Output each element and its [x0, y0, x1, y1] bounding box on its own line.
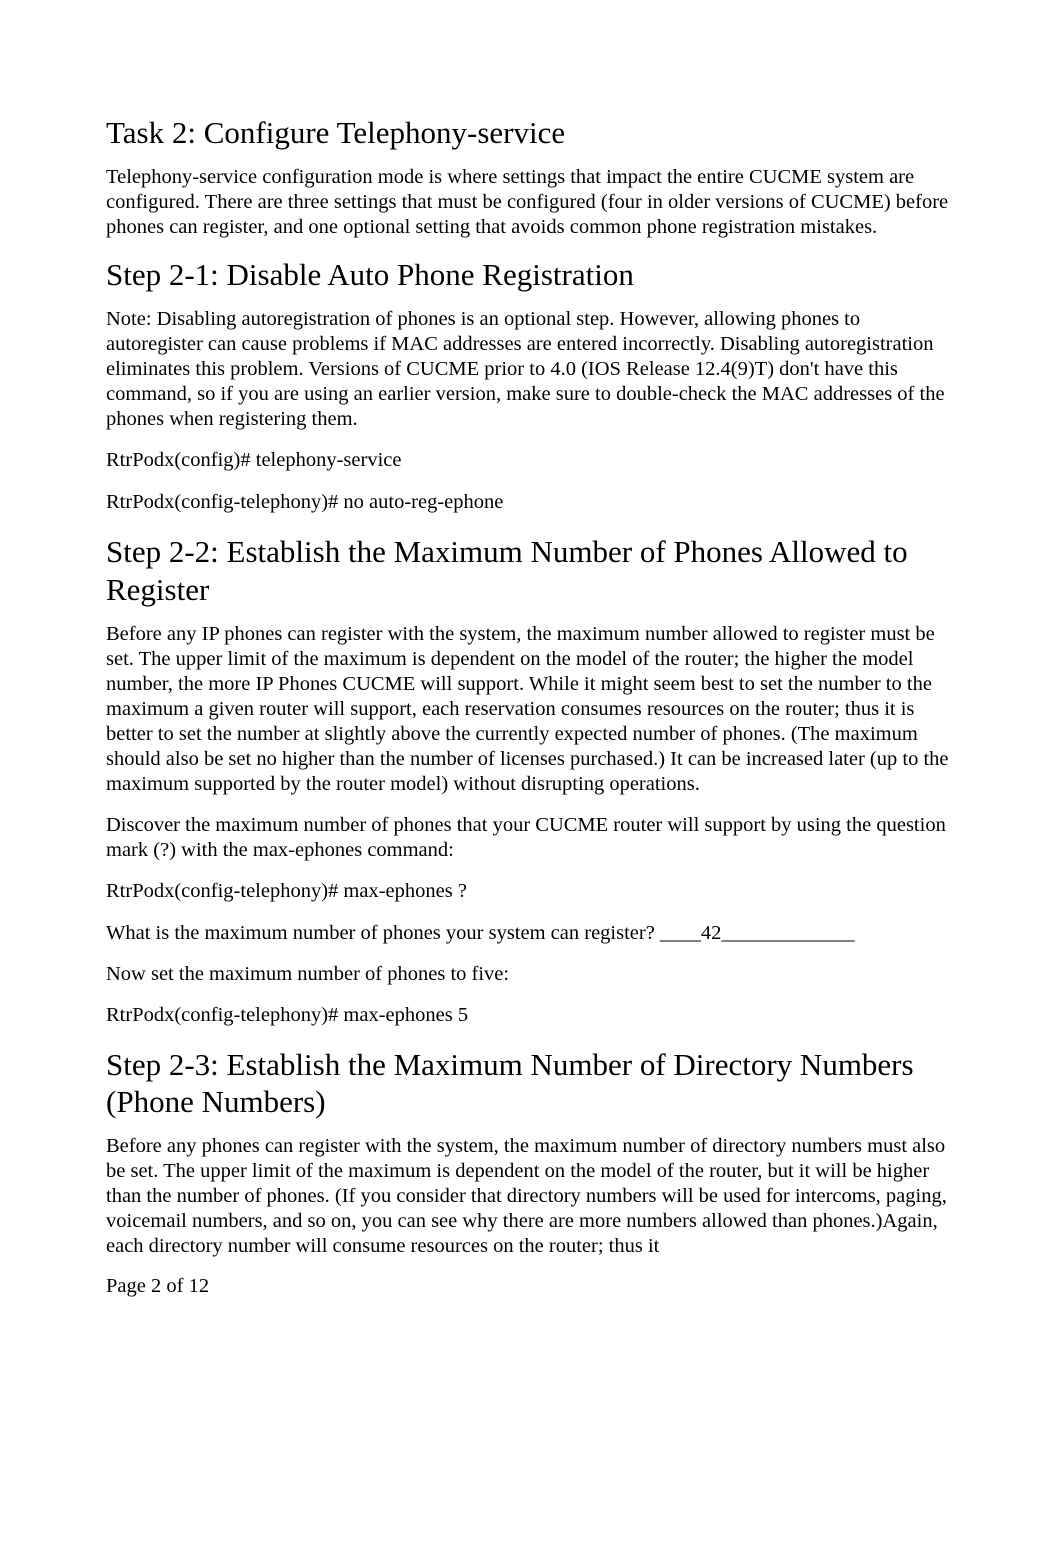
cmd-prompt: RtrPodx(config-telephony)#	[106, 880, 338, 902]
step22-para2: Discover the maximum number of phones th…	[106, 813, 956, 863]
cmd-command: max-ephones ?	[338, 880, 467, 902]
cmd-prompt: RtrPodx(config)#	[106, 449, 251, 471]
page-label: Page	[106, 1275, 146, 1297]
page-footer: Page 2 of 12	[106, 1275, 956, 1298]
cmd-command: telephony-service	[251, 449, 402, 471]
cmd-prompt: RtrPodx(config-telephony)#	[106, 491, 338, 513]
step22-para3: Now set the maximum number of phones to …	[106, 962, 956, 987]
task2-heading: Task 2: Configure Telephony-service	[106, 114, 956, 151]
cmd-command: no auto-reg-ephone	[338, 491, 503, 513]
step21-cmd1: RtrPodx(config)# telephony-service	[106, 448, 956, 473]
step21-note: Note: Disabling autoregistration of phon…	[106, 307, 956, 432]
cmd-prompt: RtrPodx(config-telephony)#	[106, 1004, 338, 1026]
task2-intro: Telephony-service configuration mode is …	[106, 165, 956, 240]
step22-para1: Before any IP phones can register with t…	[106, 622, 956, 797]
step23-heading: Step 2-3: Establish the Maximum Number o…	[106, 1046, 956, 1120]
step21-heading: Step 2-1: Disable Auto Phone Registratio…	[106, 256, 956, 293]
note-body: Disabling autoregistration of phones is …	[106, 308, 945, 430]
note-label: Note:	[106, 308, 152, 330]
para2-c: command:	[367, 839, 454, 861]
page-total: 12	[189, 1275, 210, 1297]
cmd-command: max-ephones 5	[338, 1004, 468, 1026]
step22-heading: Step 2-2: Establish the Maximum Number o…	[106, 533, 956, 607]
para2-cmd: max-ephones	[248, 839, 368, 861]
step23-para1: Before any phones can register with the …	[106, 1134, 956, 1259]
page-number: 2	[151, 1275, 161, 1297]
step22-cmd2: RtrPodx(config-telephony)# max-ephones 5	[106, 1003, 956, 1028]
step22-question: What is the maximum number of phones you…	[106, 921, 956, 946]
para2-q: ?	[160, 839, 169, 861]
para2-b: ) with the	[169, 839, 248, 861]
step22-cmd1: RtrPodx(config-telephony)# max-ephones ?	[106, 879, 956, 904]
step21-cmd2: RtrPodx(config-telephony)# no auto-reg-e…	[106, 490, 956, 515]
page-of: of	[161, 1275, 188, 1297]
